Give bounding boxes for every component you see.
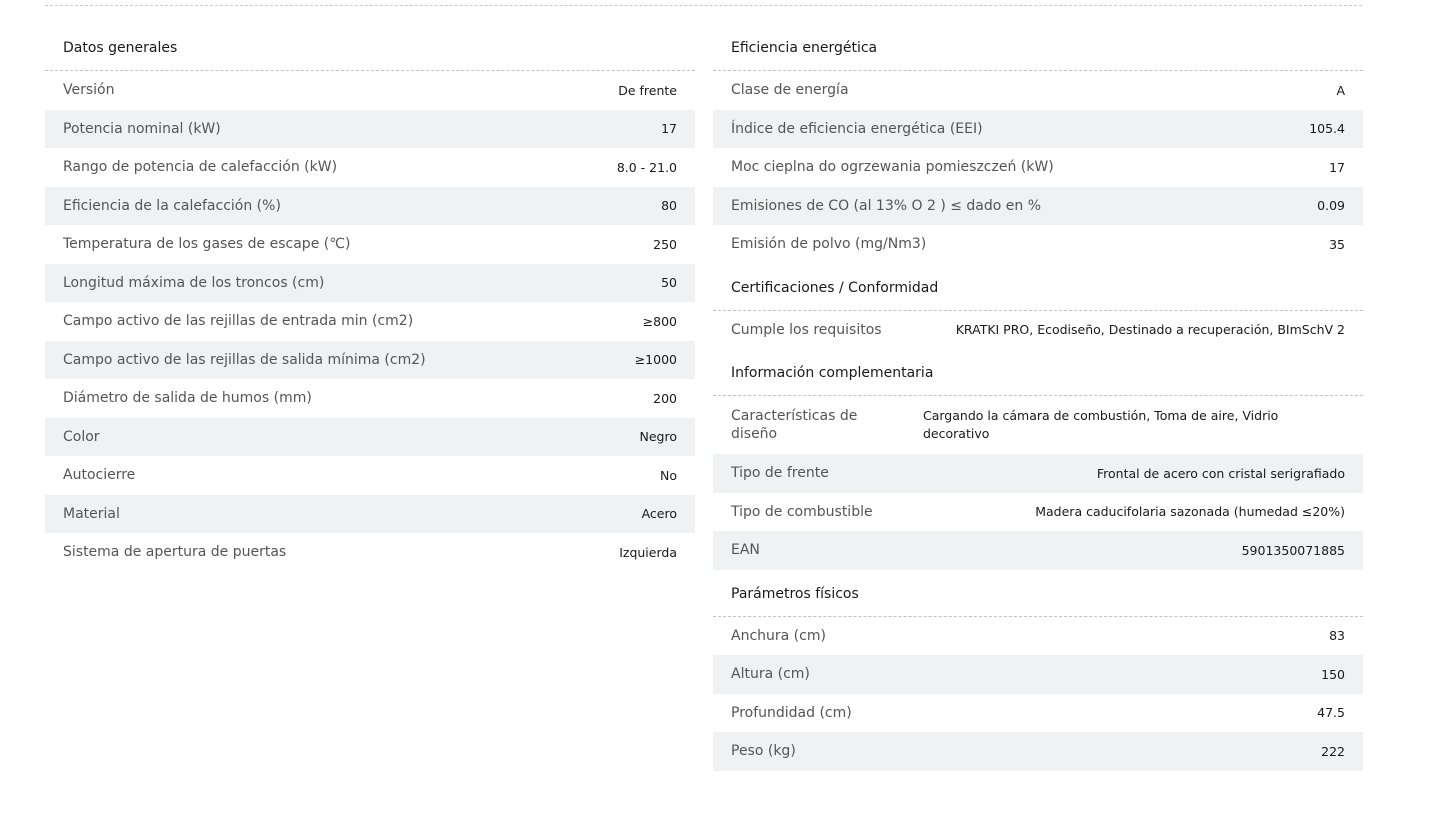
spec-label: Diámetro de salida de humos (mm): [63, 390, 312, 407]
spec-label: Peso (kg): [731, 743, 796, 760]
top-divider: [45, 5, 1362, 6]
spec-label: Tipo de combustible: [731, 503, 873, 520]
spec-label: Moc cieplna do ogrzewania pomieszczeń (k…: [731, 159, 1054, 176]
spec-value: 47.5: [1317, 705, 1345, 721]
spec-value: 105.4: [1309, 121, 1345, 137]
spec-label: Rango de potencia de calefacción (kW): [63, 159, 338, 176]
spec-row: Temperatura de los gases de escape (℃) 25…: [45, 225, 695, 264]
spec-row: Autocierre No: [45, 456, 695, 495]
spec-value: Cargando la cámara de combustión, Toma d…: [923, 408, 1279, 441]
spec-label: Campo activo de las rejillas de entrada …: [63, 313, 414, 330]
spec-row: Emisión de polvo (mg/Nm3) 35: [713, 225, 1363, 264]
spec-value: Frontal de acero con cristal serigrafiad…: [1096, 465, 1345, 481]
spec-label: EAN: [731, 542, 760, 559]
spec-row: Tipo de frente Frontal de acero con crist…: [713, 454, 1363, 493]
spec-row: Clase de energía A: [713, 71, 1363, 110]
spec-label: Longitud máxima de los troncos (cm): [63, 274, 325, 291]
spec-label: Material: [63, 505, 120, 522]
spec-label: Clase de energía: [731, 82, 849, 99]
spec-label: Versión: [63, 82, 115, 99]
spec-value: Negro: [639, 429, 678, 445]
spec-row: Campo activo de las rejillas de entrada …: [45, 302, 695, 341]
spec-row: Altura (cm) 150: [713, 655, 1363, 694]
section-title-certifications: Certificaciones / Conformidad: [713, 264, 1363, 311]
spec-value: No: [660, 467, 677, 483]
spec-value: 150: [1321, 666, 1345, 682]
spec-label: Emisión de polvo (mg/Nm3): [731, 236, 927, 253]
spec-value: A: [1336, 82, 1345, 98]
spec-value: 200: [653, 390, 677, 406]
spec-value: 250: [653, 236, 677, 252]
spec-value: 80: [661, 198, 677, 214]
spec-label: Cumple los requisitos: [731, 321, 882, 338]
spec-value: De frente: [618, 82, 677, 98]
spec-value: Acero: [641, 506, 677, 522]
spec-label: Altura (cm): [731, 666, 810, 683]
spec-row: Versión De frente: [45, 71, 695, 110]
spec-row: Índice de eficiencia energética (EEI) 105…: [713, 109, 1363, 148]
spec-value: 222: [1321, 743, 1345, 759]
spec-row: Moc cieplna do ogrzewania pomieszczeń (k…: [713, 148, 1363, 187]
spec-row: Diámetro de salida de humos (mm) 200: [45, 379, 695, 418]
spec-value: 35: [1329, 236, 1345, 252]
spec-label: Anchura (cm): [731, 627, 826, 644]
spec-row: Rango de potencia de calefacción (kW) 8.0…: [45, 148, 695, 187]
spec-label: Índice de eficiencia energética (EEI): [731, 120, 983, 137]
spec-value: Izquierda: [619, 544, 677, 560]
spec-label: Color: [63, 428, 100, 445]
spec-value: 83: [1329, 628, 1345, 644]
spec-value: Madera caducifolaria sazonada (humedad ≤…: [1035, 504, 1345, 520]
spec-label: Características de diseño: [731, 408, 858, 442]
spec-row: Color Negro: [45, 417, 695, 456]
spec-value: 50: [661, 275, 677, 291]
spec-value: 17: [1329, 159, 1345, 175]
spec-value: 17: [661, 121, 677, 137]
spec-label: Potencia nominal (kW): [63, 120, 221, 137]
right-column: Eficiencia energética Clase de energía A …: [713, 24, 1363, 771]
spec-row: EAN 5901350071885: [713, 531, 1363, 570]
spec-row: Potencia nominal (kW) 17: [45, 109, 695, 148]
section-title-extra-info: Información complementaria: [713, 349, 1363, 396]
spec-value: 5901350071885: [1241, 542, 1345, 558]
spec-row: Anchura (cm) 83: [713, 617, 1363, 656]
spec-row: Campo activo de las rejillas de salida m…: [45, 340, 695, 379]
spec-value: ≥1000: [634, 352, 677, 368]
spec-value: ≥800: [642, 313, 677, 329]
spec-row: Eficiencia de la calefacción (%) 80: [45, 186, 695, 225]
spec-label: Campo activo de las rejillas de salida m…: [63, 351, 426, 368]
spec-label: Tipo de frente: [731, 465, 829, 482]
section-title-energy: Eficiencia energética: [713, 24, 1363, 71]
spec-value: KRATKI PRO, Ecodiseño, Destinado a recup…: [955, 322, 1345, 338]
spec-row: Peso (kg) 222: [713, 732, 1363, 771]
spec-label: Temperatura de los gases de escape (℃): [63, 236, 351, 253]
spec-label: Eficiencia de la calefacción (%): [63, 197, 281, 214]
spec-value: 8.0 - 21.0: [616, 159, 677, 175]
spec-row: Cumple los requisitos KRATKI PRO, Ecodise…: [713, 311, 1363, 350]
spec-label: Emisiones de CO (al 13% O 2 ) ≤ dado en …: [731, 197, 1042, 214]
spec-row: Emisiones de CO (al 13% O 2 ) ≤ dado en …: [713, 186, 1363, 225]
spec-value: 0.09: [1317, 198, 1345, 214]
spec-label: Autocierre: [63, 467, 136, 484]
spec-row: Profundidad (cm) 47.5: [713, 694, 1363, 733]
spec-row: Tipo de combustible Madera caducifolaria …: [713, 493, 1363, 532]
general-section: Datos generales Versión De frente Potenci…: [45, 24, 695, 572]
spec-row: Longitud máxima de los troncos (cm) 50: [45, 263, 695, 302]
spec-label: Profundidad (cm): [731, 704, 852, 721]
section-title-physical: Parámetros físicos: [713, 570, 1363, 617]
section-title-general: Datos generales: [45, 24, 695, 71]
spec-row: Sistema de apertura de puertas Izquierda: [45, 533, 695, 572]
spec-label: Sistema de apertura de puertas: [63, 544, 287, 561]
spec-row: Características de diseño Cargando la cám…: [713, 396, 1363, 454]
spec-row: Material Acero: [45, 494, 695, 533]
